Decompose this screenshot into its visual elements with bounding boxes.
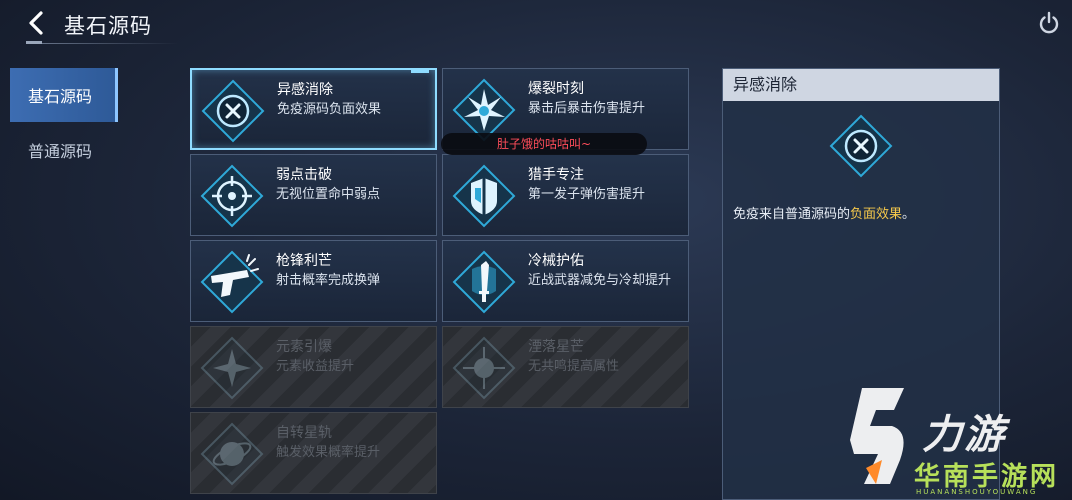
card-name: 湮落星芒 — [528, 339, 584, 355]
card-desc: 暴击后暴击伤害提升 — [528, 101, 646, 116]
orbit-icon — [199, 421, 265, 487]
power-icon[interactable] — [1036, 10, 1062, 36]
code-card-weakpoint-break[interactable]: 弱点击破 无视位置命中弱点 — [190, 154, 437, 236]
element-icon — [199, 335, 265, 401]
crosshair-icon — [199, 163, 265, 229]
selected-indicator — [411, 70, 429, 73]
title-divider-mark — [26, 41, 42, 44]
card-desc: 元素收益提升 — [276, 359, 355, 374]
card-desc: 无共鸣提高属性 — [528, 359, 620, 374]
title-divider — [26, 43, 178, 44]
card-desc: 触发效果概率提升 — [276, 445, 381, 460]
code-card-self-orbit[interactable]: 自转星轨 触发效果概率提升 — [190, 412, 437, 494]
card-desc: 第一发子弹伤害提升 — [528, 187, 646, 202]
blade-icon — [451, 249, 517, 315]
detail-desc-highlight: 负面效果 — [850, 207, 903, 222]
star-icon — [451, 335, 517, 401]
card-desc: 免疫源码负面效果 — [277, 102, 382, 117]
watermark-logo — [842, 380, 920, 492]
card-desc: 射击概率完成换弹 — [276, 273, 381, 288]
watermark-text: 力游 — [922, 412, 1006, 458]
top-bar: 基石源码 — [0, 0, 1072, 50]
sidebar-item-keystone-code[interactable]: 基石源码 — [10, 68, 118, 122]
card-name: 自转星轨 — [276, 425, 332, 441]
code-card-hunter-focus[interactable]: 猎手专注 第一发子弹伤害提升 — [442, 154, 689, 236]
card-name: 枪锋利芒 — [276, 253, 332, 269]
sidebar-item-normal-code[interactable]: 普通源码 — [10, 123, 118, 177]
detail-desc-prefix: 免疫来自普通源码的 — [733, 207, 851, 222]
card-name: 弱点击破 — [276, 167, 332, 183]
card-name: 爆裂时刻 — [528, 81, 584, 97]
detail-description: 免疫来自普通源码的负面效果。 — [733, 203, 915, 222]
chevron-left-icon[interactable] — [24, 10, 50, 36]
card-desc: 近战武器减免与冷却提升 — [528, 273, 672, 288]
code-card-gun-edge[interactable]: 枪锋利芒 射击概率完成换弹 — [190, 240, 437, 322]
chat-tooltip: 肚子饿的咕咕叫~ — [441, 133, 647, 155]
code-card-anomaly-removal[interactable]: 异感消除 免疫源码负面效果 — [190, 68, 437, 150]
pistol-icon — [199, 249, 265, 315]
cross-circle-icon — [200, 78, 266, 144]
cross-circle-icon — [828, 113, 894, 179]
page-title: 基石源码 — [64, 14, 152, 38]
card-desc: 无视位置命中弱点 — [276, 187, 381, 202]
card-name: 猎手专注 — [528, 167, 584, 183]
sidebar-item-label: 基石源码 — [28, 87, 93, 106]
card-name: 异感消除 — [277, 82, 333, 98]
card-name: 冷械护佑 — [528, 253, 584, 269]
watermark-pinyin: HUANANSHOUYOUWANG — [916, 488, 1038, 496]
code-card-cold-weapon-blessing[interactable]: 冷械护佑 近战武器减免与冷却提升 — [442, 240, 689, 322]
watermark: 力游 华南手游网 HUANANSHOUYOUWANG — [842, 380, 1067, 496]
detail-desc-suffix: 。 — [902, 207, 916, 222]
code-card-element-detonate[interactable]: 元素引爆 元素收益提升 — [190, 326, 437, 408]
sidebar-item-label: 普通源码 — [28, 142, 93, 161]
code-card-fallen-starlight[interactable]: 湮落星芒 无共鸣提高属性 — [442, 326, 689, 408]
sidebar: 基石源码 普通源码 — [10, 68, 118, 177]
detail-title: 异感消除 — [723, 69, 999, 101]
card-name: 元素引爆 — [276, 339, 332, 355]
shield-icon — [451, 163, 517, 229]
